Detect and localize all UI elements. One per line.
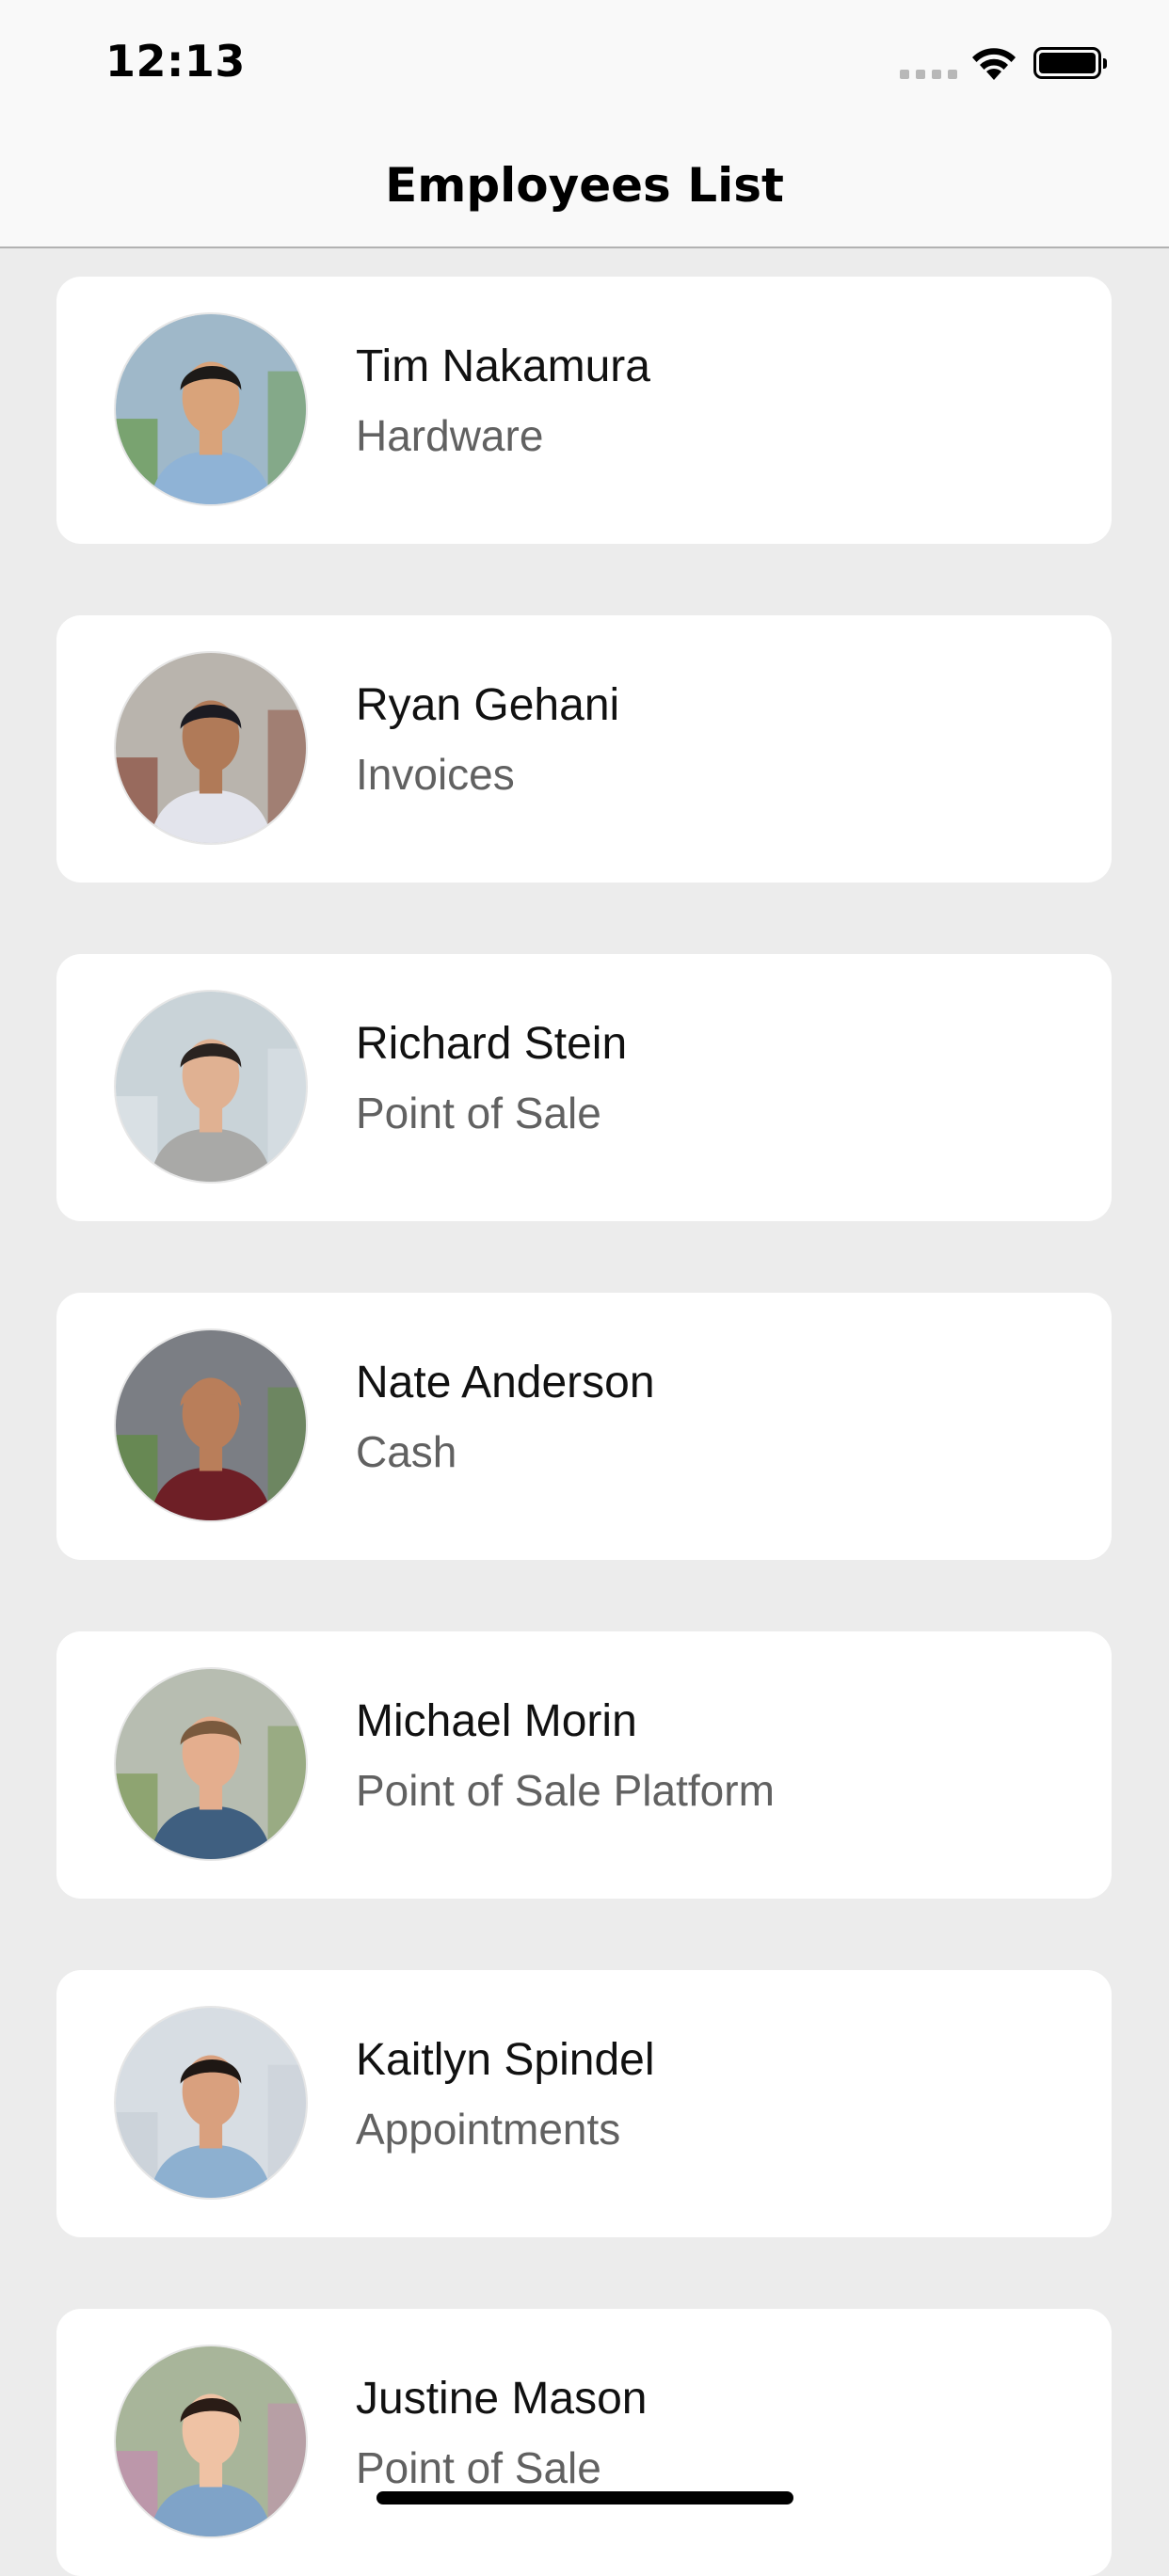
employee-name: Michael Morin bbox=[356, 1696, 637, 1746]
avatar bbox=[114, 990, 308, 1184]
employee-card[interactable]: Kaitlyn Spindel Appointments bbox=[56, 1970, 1112, 2237]
avatar bbox=[114, 651, 308, 845]
battery-icon bbox=[1033, 47, 1107, 79]
employee-team: Point of Sale Platform bbox=[356, 1766, 775, 1815]
status-bar: 12:13 bbox=[0, 0, 1169, 132]
employee-team: Hardware bbox=[356, 411, 544, 460]
employee-name: Kaitlyn Spindel bbox=[356, 2035, 655, 2085]
employee-name: Ryan Gehani bbox=[356, 680, 620, 730]
employee-team: Point of Sale bbox=[356, 2443, 601, 2492]
avatar bbox=[114, 2006, 308, 2200]
cellular-signal-icon bbox=[900, 70, 957, 79]
page-title: Employees List bbox=[385, 158, 784, 213]
avatar bbox=[114, 1328, 308, 1522]
employee-card[interactable]: Nate Anderson Cash bbox=[56, 1293, 1112, 1560]
employee-team: Appointments bbox=[356, 2105, 621, 2154]
employee-card[interactable]: Tim Nakamura Hardware bbox=[56, 277, 1112, 544]
employee-card[interactable]: Richard Stein Point of Sale bbox=[56, 954, 1112, 1221]
wifi-icon bbox=[972, 48, 1016, 80]
navigation-bar: Employees List bbox=[0, 132, 1169, 248]
employee-card[interactable]: Justine Mason Point of Sale bbox=[56, 2309, 1112, 2576]
status-time: 12:13 bbox=[105, 36, 246, 87]
employee-card[interactable]: Ryan Gehani Invoices bbox=[56, 615, 1112, 883]
avatar bbox=[114, 312, 308, 506]
avatar bbox=[114, 2345, 308, 2538]
employee-name: Richard Stein bbox=[356, 1019, 628, 1069]
employee-name: Tim Nakamura bbox=[356, 342, 650, 391]
employee-name: Nate Anderson bbox=[356, 1358, 655, 1407]
employee-card[interactable]: Michael Morin Point of Sale Platform bbox=[56, 1631, 1112, 1899]
avatar bbox=[114, 1667, 308, 1861]
home-indicator[interactable] bbox=[376, 2491, 793, 2504]
employee-team: Invoices bbox=[356, 750, 515, 799]
employee-team: Cash bbox=[356, 1427, 457, 1476]
employee-team: Point of Sale bbox=[356, 1089, 601, 1137]
employee-name: Justine Mason bbox=[356, 2374, 648, 2424]
